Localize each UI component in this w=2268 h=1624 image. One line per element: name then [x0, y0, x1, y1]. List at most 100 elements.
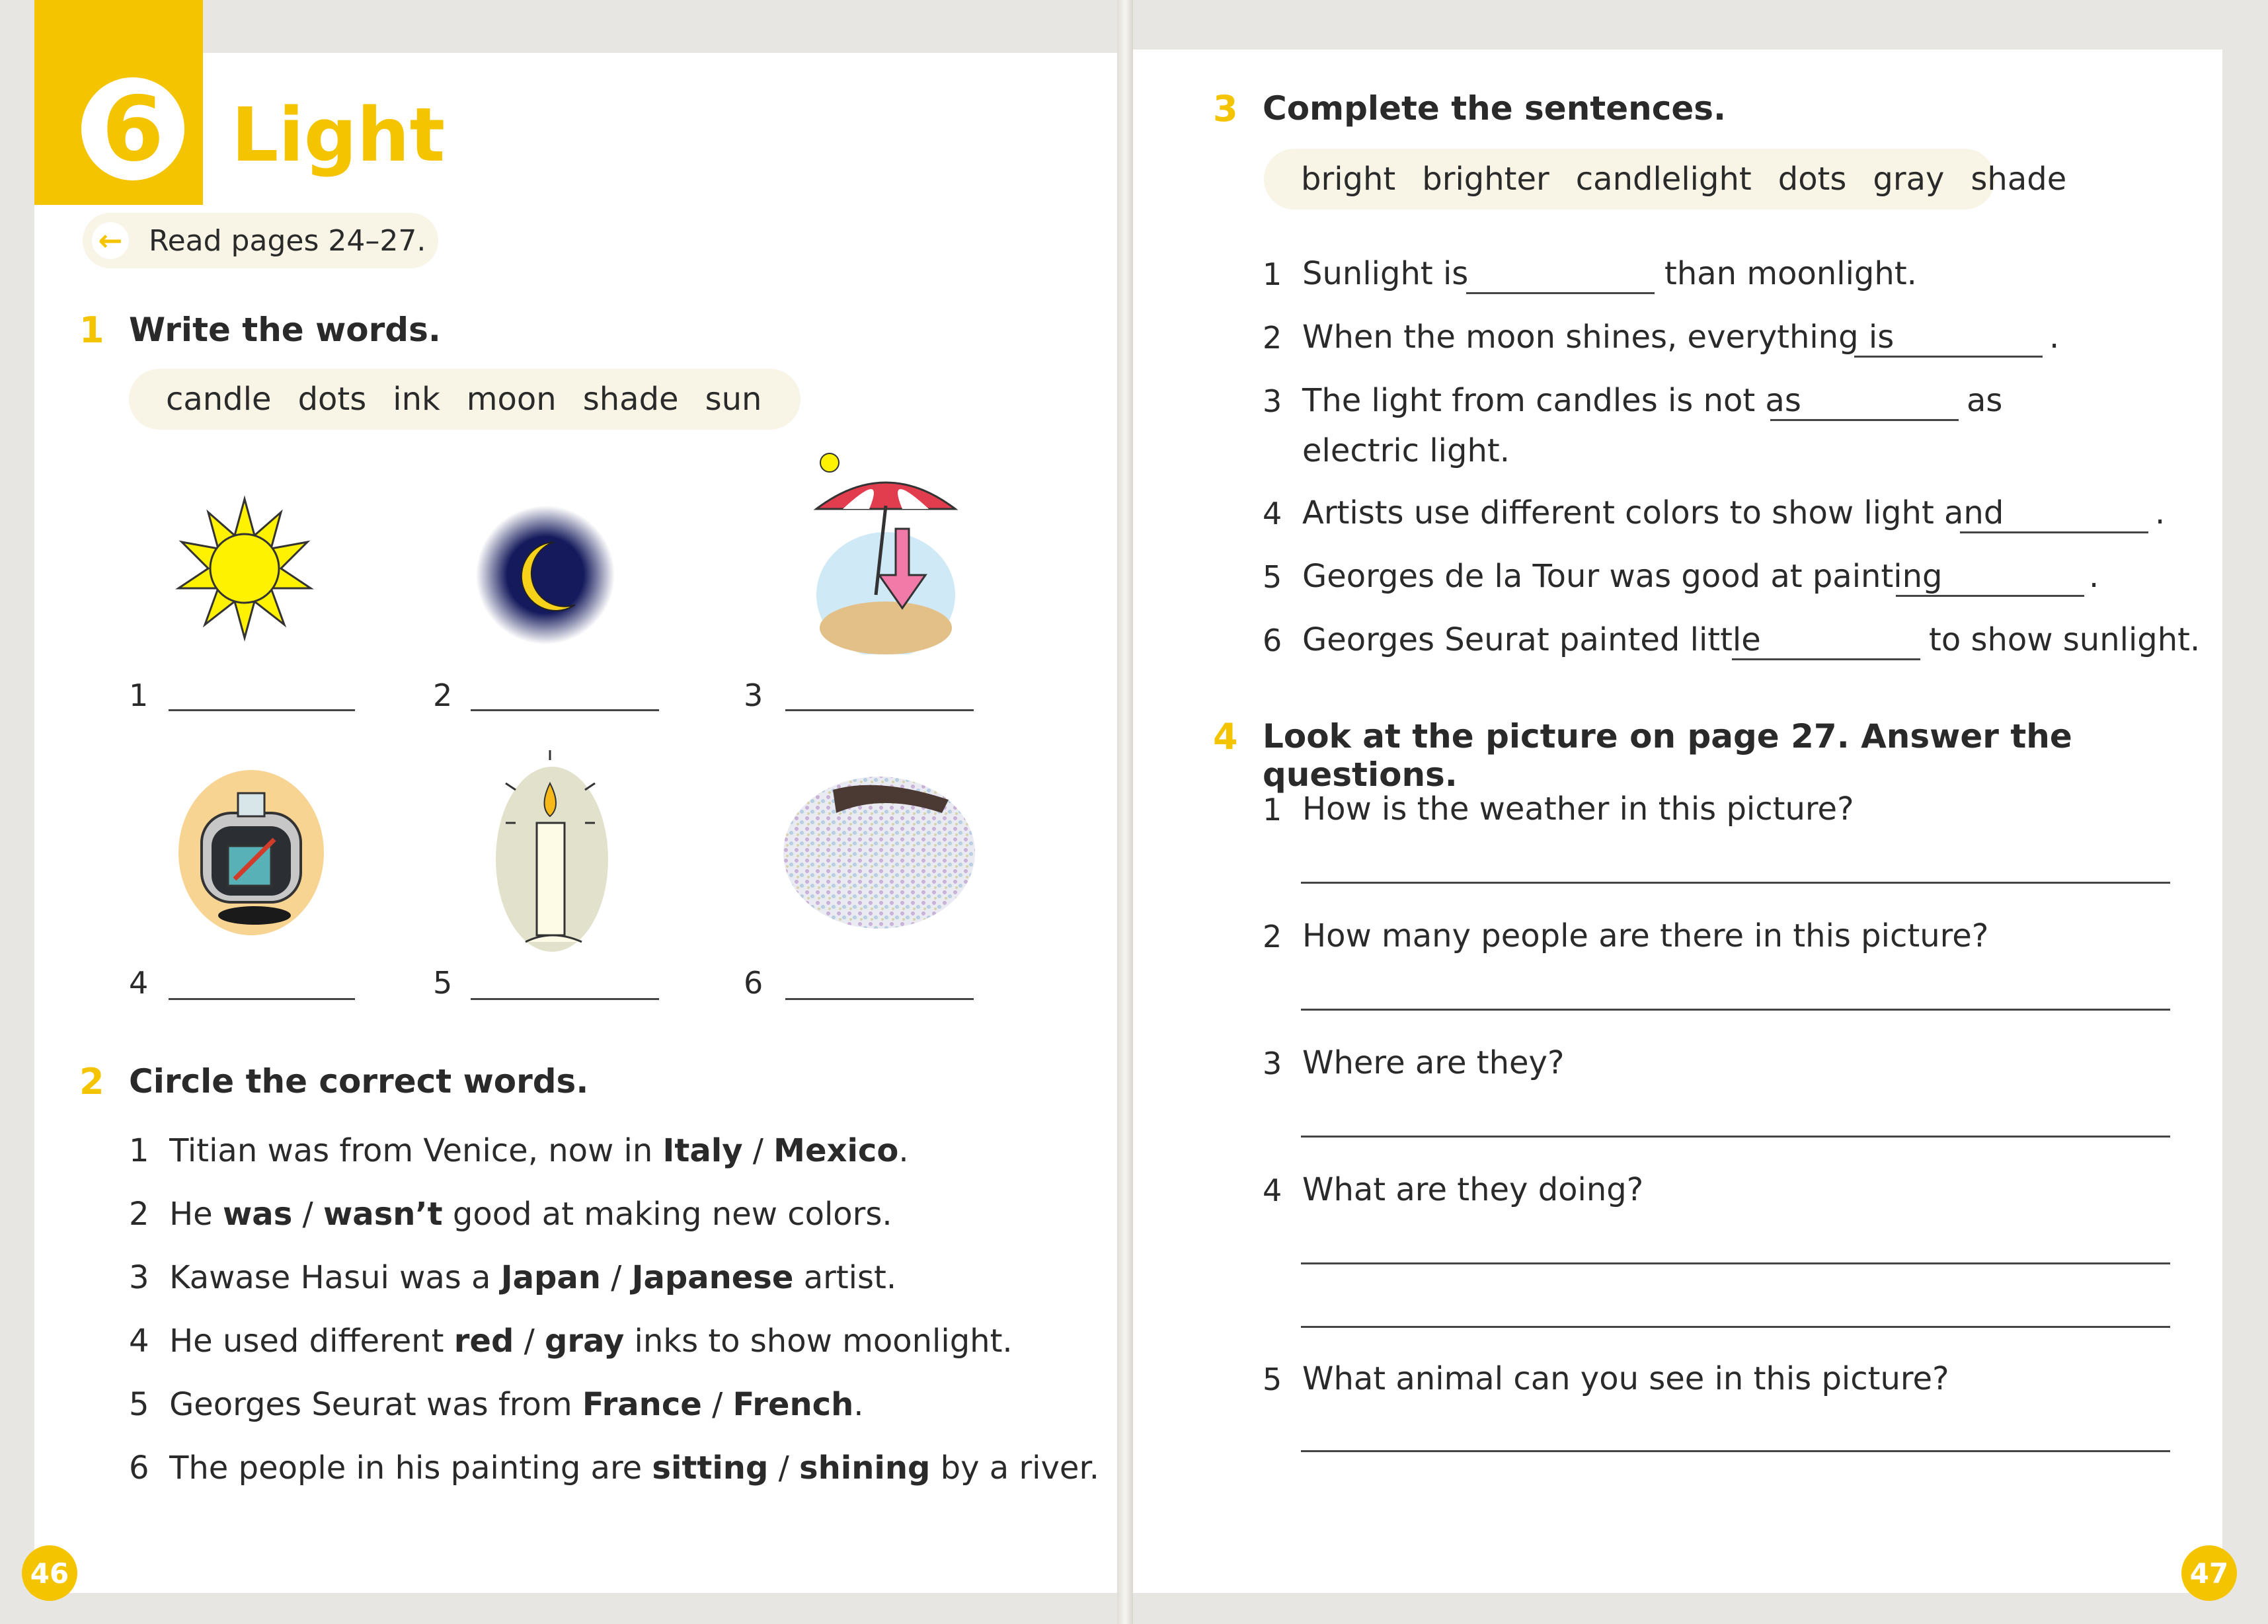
answer-blank[interactable]: [1896, 595, 2084, 597]
exercise-2-item: 2 He was / wasn’t good at making new col…: [129, 1196, 892, 1233]
word-bank-item: dots: [1778, 161, 1847, 198]
unit-title: Light: [231, 93, 446, 178]
answer-line[interactable]: [1301, 1450, 2170, 1452]
sentence-end: than moonlight.: [1664, 255, 1917, 292]
exercise-1-title: Write the words.: [129, 311, 441, 349]
read-pages-text: Read pages 24–27.: [149, 223, 426, 258]
choice-b[interactable]: shining: [799, 1450, 930, 1487]
item-number: 4: [1263, 496, 1282, 531]
answer-blank[interactable]: [1770, 419, 1959, 421]
item-number: 4: [1263, 1173, 1282, 1208]
choice-b[interactable]: wasn’t: [323, 1196, 443, 1233]
exercise-2-item: 1 Titian was from Venice, now in Italy /…: [129, 1132, 909, 1169]
exercise-4-title: Look at the picture on page 27. Answer t…: [1263, 717, 2072, 794]
word-bank-item: dots: [297, 381, 367, 418]
choice-a[interactable]: sitting: [652, 1450, 768, 1487]
choice-a[interactable]: red: [454, 1323, 514, 1360]
question-text: What animal can you see in this picture?: [1302, 1360, 1949, 1397]
sentence-end: .: [2049, 319, 2060, 356]
item-number: 5: [1263, 1362, 1282, 1397]
answer-blank[interactable]: [1732, 658, 1920, 660]
answer-blank[interactable]: [169, 709, 355, 711]
item-number: 2: [1263, 919, 1282, 954]
answer-blank[interactable]: [169, 998, 355, 1000]
exercise-2-item: 6 The people in his painting are sitting…: [129, 1450, 1100, 1487]
answer-line[interactable]: [1301, 1136, 2170, 1138]
sentence-end: as: [1967, 382, 2003, 419]
choice-b[interactable]: Mexico: [773, 1132, 898, 1169]
choice-b[interactable]: gray: [545, 1323, 624, 1360]
item-number: 1: [1263, 792, 1282, 828]
item-number: 2: [433, 677, 453, 713]
moon-icon: [476, 506, 615, 644]
read-pages-pill: ← Read pages 24–27.: [83, 213, 438, 268]
choice-b[interactable]: Japanese: [632, 1259, 794, 1296]
question-text: What are they doing?: [1302, 1171, 1644, 1208]
exercise-3-title: Complete the sentences.: [1263, 89, 1727, 128]
answer-blank[interactable]: [1466, 292, 1655, 294]
item-number: 3: [744, 677, 763, 713]
item-number: 2: [1263, 320, 1282, 356]
item-number: 3: [1263, 1046, 1282, 1081]
arrow-left-icon: ←: [92, 222, 129, 259]
exercise-1-word-box: candle dots ink moon shade sun: [129, 369, 801, 430]
answer-line[interactable]: [1301, 882, 2170, 884]
exercise-4-number: 4: [1213, 716, 1238, 757]
exercise-2-title: Circle the correct words.: [129, 1062, 589, 1101]
item-number: 4: [129, 965, 149, 1001]
choice-a[interactable]: France: [582, 1386, 702, 1423]
sentence-end: .: [2155, 494, 2166, 531]
answer-line[interactable]: [1301, 1326, 2170, 1328]
answer-line[interactable]: [1301, 1262, 2170, 1264]
sentence-end: .: [2089, 558, 2099, 595]
word-bank-item: brighter: [1422, 161, 1549, 198]
candle-icon: [496, 750, 608, 952]
word-bank-item: sun: [705, 381, 762, 418]
ink-bottle-icon: [178, 770, 324, 935]
answer-blank[interactable]: [785, 709, 974, 711]
item-number: 6: [744, 965, 763, 1001]
sentence-end: to show sunlight.: [1929, 621, 2201, 658]
word-bank-item: shade: [1971, 161, 2067, 198]
exercise-2-number: 2: [79, 1061, 104, 1102]
exercise-2-item: 5 Georges Seurat was from France / Frenc…: [129, 1386, 864, 1423]
word-bank-item: gray: [1873, 161, 1945, 198]
word-bank-item: moon: [466, 381, 557, 418]
sentence-continuation: electric light.: [1302, 432, 1510, 469]
word-bank-item: candle: [166, 381, 272, 418]
unit-number: 6: [102, 77, 164, 181]
word-bank-item: shade: [582, 381, 679, 418]
answer-blank[interactable]: [1960, 531, 2148, 533]
item-number: 6: [1263, 623, 1282, 658]
word-bank-item: candlelight: [1575, 161, 1752, 198]
choice-a[interactable]: Japan: [501, 1259, 601, 1296]
exercise-3-word-box: bright brighter candlelight dots gray sh…: [1264, 149, 2066, 210]
word-bank-item: bright: [1301, 161, 1396, 198]
answer-blank[interactable]: [1854, 356, 2043, 358]
sentence-start: The light from candles is not as: [1302, 382, 1801, 419]
answer-blank[interactable]: [471, 709, 659, 711]
page-number-right: 47: [2181, 1545, 2237, 1601]
sentence-start: Artists use different colors to show lig…: [1302, 494, 2004, 531]
answer-blank[interactable]: [471, 998, 659, 1000]
exercise-1-number: 1: [79, 309, 104, 351]
question-text: How is the weather in this picture?: [1302, 791, 1854, 828]
sentence-start: Sunlight is: [1302, 255, 1469, 292]
answer-blank[interactable]: [785, 998, 974, 1000]
choice-a[interactable]: Italy: [663, 1132, 743, 1169]
sun-icon: [175, 495, 314, 642]
unit-number-badge: 6: [77, 73, 189, 185]
sentence-start: When the moon shines, everything is: [1302, 319, 1895, 356]
beach-umbrella-shade-icon: [813, 453, 958, 654]
sentence-start: Georges Seurat painted little: [1302, 621, 1761, 658]
item-number: 3: [1263, 383, 1282, 419]
dots-painting-icon: [783, 777, 975, 929]
choice-a[interactable]: was: [223, 1196, 292, 1233]
item-number: 5: [1263, 559, 1282, 595]
page-number-left: 46: [22, 1545, 77, 1601]
answer-line[interactable]: [1301, 1009, 2170, 1011]
item-number: 5: [433, 965, 453, 1001]
question-text: Where are they?: [1302, 1044, 1565, 1081]
item-number: 1: [129, 677, 149, 713]
choice-b[interactable]: French: [733, 1386, 854, 1423]
